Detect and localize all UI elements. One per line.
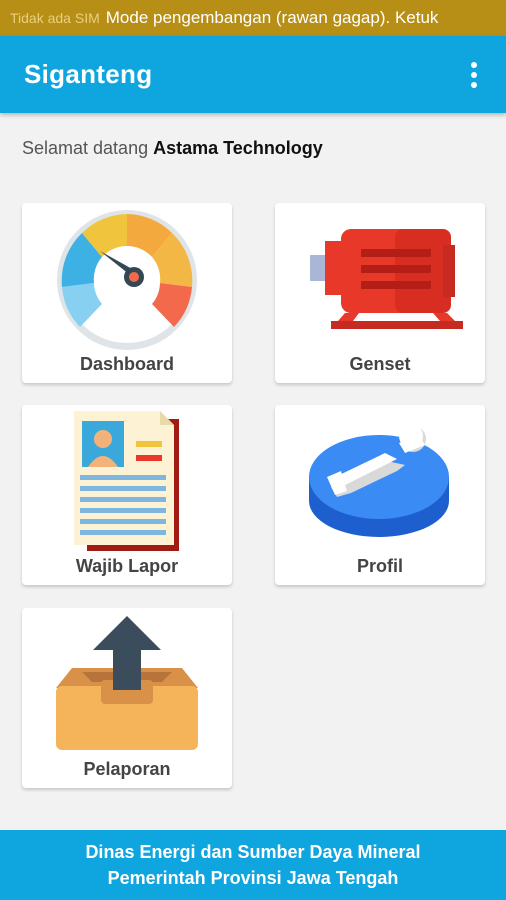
welcome-prefix: Selamat datang xyxy=(22,138,149,158)
footer-line-2: Pemerintah Provinsi Jawa Tengah xyxy=(107,868,399,888)
upload-box-icon xyxy=(56,616,198,750)
menu-label-genset: Genset xyxy=(349,354,411,374)
menu-label-pelaporan: Pelaporan xyxy=(83,759,171,779)
sim-status-text: Tidak ada SIM xyxy=(10,10,100,26)
profile-disc-icon xyxy=(309,424,449,537)
footer: Dinas Energi dan Sumber Daya Mineral Pem… xyxy=(0,830,506,900)
menu-label-dashboard: Dashboard xyxy=(79,354,175,374)
menu-label-profil: Profil xyxy=(356,556,403,576)
report-document-icon xyxy=(74,411,179,551)
status-bar: Tidak ada SIM Mode pengembangan (rawan g… xyxy=(0,0,506,36)
menu-card-profil[interactable]: Profil xyxy=(275,405,485,585)
welcome-text: Selamat datang Astama Technology xyxy=(22,138,323,159)
menu-card-genset[interactable]: Genset xyxy=(275,203,485,383)
menu-card-wajib-lapor[interactable]: Wajib Lapor xyxy=(22,405,232,585)
menu-card-dashboard[interactable]: Dashboard xyxy=(22,203,232,383)
menu-label-wajib-lapor: Wajib Lapor xyxy=(75,556,179,576)
app-title: Siganteng xyxy=(24,59,153,89)
menu-card-pelaporan[interactable]: Pelaporan xyxy=(22,608,232,788)
footer-line-1: Dinas Energi dan Sumber Daya Mineral xyxy=(85,842,421,862)
dev-mode-ticker: Mode pengembangan (rawan gagap). Ketuk xyxy=(105,8,439,27)
more-vert-icon[interactable] xyxy=(454,45,494,105)
app-bar: Siganteng xyxy=(0,36,506,113)
user-name: Astama Technology xyxy=(153,138,323,158)
speedometer-icon xyxy=(57,210,197,350)
generator-icon xyxy=(310,229,463,329)
